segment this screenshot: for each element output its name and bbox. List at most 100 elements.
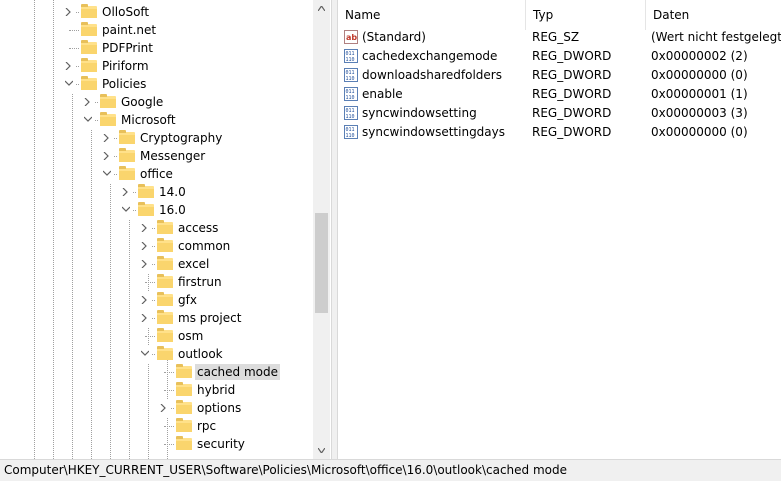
value-row[interactable]: ab (Standard) REG_SZ (Wert nicht festgelegt… (338, 28, 781, 47)
tree-node-label[interactable]: access (176, 220, 220, 236)
column-header-name[interactable]: Name (338, 0, 526, 30)
value-data: 0x00000000 (0) (651, 125, 748, 139)
tree-node[interactable]: PDFPrint (0, 39, 313, 57)
tree-node[interactable]: 14.0 (0, 183, 313, 201)
tree-node[interactable]: Piriform (0, 57, 313, 75)
tree-node[interactable]: cached mode (0, 363, 313, 381)
value-row[interactable]: 011 110 downloadsharedfolders REG_DWORD 0x00… (338, 66, 781, 85)
collapsed-chevron-icon[interactable] (138, 255, 152, 273)
folder-icon (157, 238, 173, 252)
folder-icon (157, 346, 173, 360)
collapsed-chevron-icon[interactable] (119, 183, 133, 201)
value-row[interactable]: 011 110 cachedexchangemode REG_DWORD 0x00000… (338, 47, 781, 66)
folder-icon (100, 94, 116, 108)
folder-icon (157, 256, 173, 270)
value-row[interactable]: 011 110 enable REG_DWORD 0x00000001 (1) (338, 85, 781, 104)
value-type: REG_DWORD (532, 106, 612, 120)
folder-icon (119, 130, 135, 144)
tree-node-label[interactable]: 16.0 (157, 202, 188, 218)
tree-node[interactable]: gfx (0, 291, 313, 309)
tree-node[interactable]: 16.0 (0, 201, 313, 219)
collapsed-chevron-icon[interactable] (100, 147, 114, 165)
tree-node[interactable]: ms project (0, 309, 313, 327)
tree-node-label[interactable]: rpc (195, 418, 218, 434)
tree-node[interactable]: osm (0, 327, 313, 345)
tree-node[interactable]: Google (0, 93, 313, 111)
scrollbar-thumb[interactable] (315, 213, 328, 313)
collapsed-chevron-icon[interactable] (62, 57, 76, 75)
tree-node-label[interactable]: PDFPrint (100, 40, 155, 56)
collapsed-chevron-icon[interactable] (138, 219, 152, 237)
expanded-chevron-icon[interactable] (62, 75, 76, 93)
collapsed-chevron-icon[interactable] (138, 237, 152, 255)
scroll-up-arrow-icon[interactable] (313, 0, 330, 17)
tree-node-label[interactable]: Messenger (138, 148, 207, 164)
tree-node-label[interactable]: Microsoft (119, 112, 178, 128)
tree-node-label[interactable]: ms project (176, 310, 243, 326)
tree-node-label[interactable]: cached mode (195, 364, 280, 380)
tree-node-label[interactable]: excel (176, 256, 211, 272)
tree-node[interactable]: rpc (0, 417, 313, 435)
tree-node[interactable]: Policies (0, 75, 313, 93)
value-row[interactable]: 011 110 syncwindowsettingdays REG_DWORD 0x00… (338, 123, 781, 142)
tree-node-label[interactable]: hybrid (195, 382, 237, 398)
tree-node[interactable]: security (0, 435, 313, 453)
expanded-chevron-icon[interactable] (100, 165, 114, 183)
collapsed-chevron-icon[interactable] (62, 3, 76, 21)
column-header-data[interactable]: Daten (646, 0, 781, 30)
tree-node[interactable]: OlloSoft (0, 3, 313, 21)
tree-node-label[interactable]: paint.net (100, 22, 158, 38)
folder-icon (81, 76, 97, 90)
tree-node[interactable]: outlook (0, 345, 313, 363)
tree-node-label[interactable]: options (195, 400, 243, 416)
tree-node-label[interactable]: Cryptography (138, 130, 224, 146)
expanded-chevron-icon[interactable] (138, 345, 152, 363)
collapsed-chevron-icon[interactable] (81, 93, 95, 111)
collapsed-chevron-icon[interactable] (157, 399, 171, 417)
tree-node-label[interactable]: Google (119, 94, 165, 110)
value-name: syncwindowsettingdays (362, 125, 506, 139)
tree-node[interactable]: office (0, 165, 313, 183)
tree-node[interactable]: Messenger (0, 147, 313, 165)
tree-node[interactable]: Microsoft (0, 111, 313, 129)
tree-node-label[interactable]: osm (176, 328, 205, 344)
tree-node[interactable]: paint.net (0, 21, 313, 39)
scroll-down-arrow-icon[interactable] (313, 442, 330, 459)
column-header-type[interactable]: Typ (526, 0, 646, 30)
value-name: enable (362, 87, 403, 101)
string-value-icon: ab (344, 30, 358, 44)
folder-icon (100, 112, 116, 126)
tree-node[interactable]: common (0, 237, 313, 255)
tree-node-label[interactable]: 14.0 (157, 184, 188, 200)
collapsed-chevron-icon[interactable] (138, 309, 152, 327)
tree-node[interactable]: hybrid (0, 381, 313, 399)
tree-node[interactable]: access (0, 219, 313, 237)
tree-node-label[interactable]: outlook (176, 346, 225, 362)
tree-node[interactable]: firstrun (0, 273, 313, 291)
tree-node-label[interactable]: common (176, 238, 232, 254)
collapsed-chevron-icon[interactable] (138, 291, 152, 309)
tree-vertical-scrollbar[interactable] (313, 0, 330, 459)
expanded-chevron-icon[interactable] (81, 111, 95, 129)
tree-node-label[interactable]: firstrun (176, 274, 224, 290)
tree-node-label[interactable]: OlloSoft (100, 4, 151, 20)
tree-node-label[interactable]: Piriform (100, 58, 151, 74)
tree-node[interactable]: excel (0, 255, 313, 273)
value-data: 0x00000000 (0) (651, 68, 748, 82)
tree-node-label[interactable]: Policies (100, 76, 148, 92)
folder-icon (176, 436, 192, 450)
tree-node-label[interactable]: gfx (176, 292, 199, 308)
value-name: cachedexchangemode (362, 49, 498, 63)
value-row[interactable]: 011 110 syncwindowsetting REG_DWORD 0x000000… (338, 104, 781, 123)
collapsed-chevron-icon[interactable] (100, 129, 114, 147)
tree-node[interactable]: options (0, 399, 313, 417)
status-bar-path: Computer\HKEY_CURRENT_USER\Software\Poli… (0, 459, 781, 481)
value-type: REG_DWORD (532, 125, 612, 139)
tree-node-label[interactable]: office (138, 166, 175, 182)
registry-tree-pane[interactable]: OlloSoft paint.net PDFPrint Piriform Policie… (0, 0, 331, 459)
tree-node-label[interactable]: security (195, 436, 247, 452)
tree-node[interactable]: Cryptography (0, 129, 313, 147)
registry-values-list[interactable]: Name Typ Daten ab (Standard) REG_SZ (Wert n… (337, 0, 781, 459)
expanded-chevron-icon[interactable] (119, 201, 133, 219)
folder-icon (157, 220, 173, 234)
